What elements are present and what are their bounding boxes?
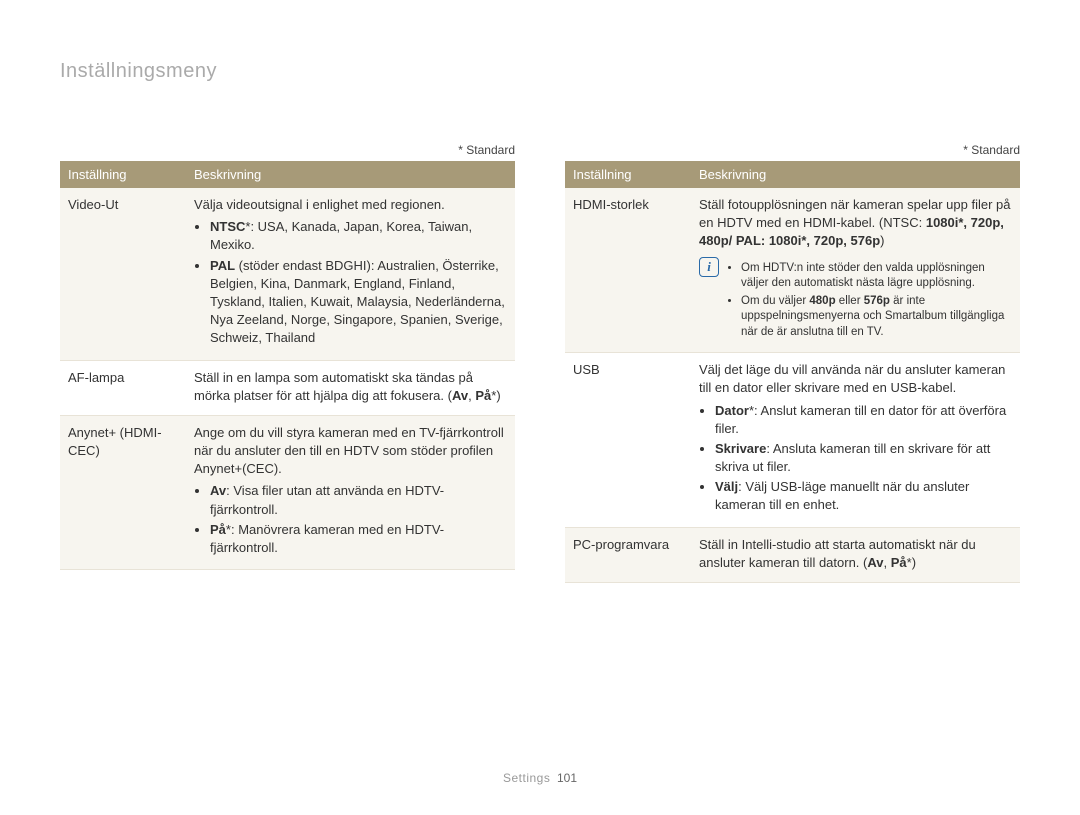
res-576p: 576p xyxy=(864,295,890,307)
list-item: Om du väljer 480p eller 576p är inte upp… xyxy=(741,294,1012,341)
settings-table-left: Inställning Beskrivning Video-Ut Välja v… xyxy=(60,161,515,570)
opt-skrivare: Skrivare xyxy=(715,441,766,456)
th-description: Beskrivning xyxy=(691,161,1020,188)
setting-description: Välj det läge du vill använda när du ans… xyxy=(691,353,1020,528)
text: eller xyxy=(836,295,864,307)
page-title: Inställningsmeny xyxy=(60,60,1020,83)
text: , xyxy=(884,555,891,570)
setting-description: Ställ fotoupplösningen när kameran spela… xyxy=(691,188,1020,353)
setting-label: AF-lampa xyxy=(60,360,186,415)
table-row: PC-programvara Ställ in Intelli-studio a… xyxy=(565,527,1020,582)
text: *: USA, Kanada, Japan, Korea, Taiwan, Me… xyxy=(210,219,472,252)
table-row: Video-Ut Välja videoutsignal i enlighet … xyxy=(60,188,515,360)
ntsc-label: NTSC xyxy=(210,219,245,234)
list-item: På*: Manövrera kameran med en HDTV-fjärr… xyxy=(210,521,507,557)
text: : Visa filer utan att använda en HDTV-fj… xyxy=(210,483,444,516)
note-text: Om HDTV:n inte stöder den valda upplösni… xyxy=(727,257,1012,343)
opt-pa: På xyxy=(210,522,226,537)
note-box: i Om HDTV:n inte stöder den valda upplös… xyxy=(699,257,1012,343)
pal-label: PAL xyxy=(210,258,235,273)
text: Ställ in Intelli-studio att starta autom… xyxy=(699,537,976,570)
opt-av: Av xyxy=(452,388,468,403)
settings-table-right: Inställning Beskrivning HDMI-storlek Stä… xyxy=(565,161,1020,583)
setting-label: PC-programvara xyxy=(565,527,691,582)
text: Välja videoutsignal i enlighet med regio… xyxy=(194,197,445,212)
th-setting: Inställning xyxy=(60,161,186,188)
opt-av: Av xyxy=(210,483,226,498)
info-icon: i xyxy=(699,257,719,277)
list-item: Dator*: Anslut kameran till en dator för… xyxy=(715,402,1012,438)
opt-pa: På xyxy=(475,388,491,403)
setting-description: Välja videoutsignal i enlighet med regio… xyxy=(186,188,515,360)
standard-label-left: * Standard xyxy=(60,143,515,157)
list-item: PAL (stöder endast BDGHI): Australien, Ö… xyxy=(210,257,507,348)
text: *) xyxy=(491,388,500,403)
list-item: Av: Visa filer utan att använda en HDTV-… xyxy=(210,482,507,518)
left-column: * Standard Inställning Beskrivning Video… xyxy=(60,143,515,583)
opt-valj: Välj xyxy=(715,479,738,494)
list-item: Välj: Välj USB-läge manuellt när du ansl… xyxy=(715,478,1012,514)
text: Välj det läge du vill använda när du ans… xyxy=(699,362,1005,395)
list-item: Skrivare: Ansluta kameran till en skriva… xyxy=(715,440,1012,476)
setting-label: Anynet+ (HDMI-CEC) xyxy=(60,415,186,569)
res-480p: 480p xyxy=(809,295,835,307)
opt-av: Av xyxy=(867,555,883,570)
th-setting: Inställning xyxy=(565,161,691,188)
opt-dator: Dator xyxy=(715,403,749,418)
text: (stöder endast BDGHI): Australien, Öster… xyxy=(210,258,505,346)
footer-page: 101 xyxy=(557,771,577,785)
setting-label: Video-Ut xyxy=(60,188,186,360)
table-row: Anynet+ (HDMI-CEC) Ange om du vill styra… xyxy=(60,415,515,569)
footer: Settings 101 xyxy=(0,771,1080,785)
text: Ange om du vill styra kameran med en TV-… xyxy=(194,425,504,476)
text: Ställ in en lampa som automatiskt ska tä… xyxy=(194,370,473,403)
th-description: Beskrivning xyxy=(186,161,515,188)
footer-section: Settings xyxy=(503,771,550,785)
setting-description: Ställ in Intelli-studio att starta autom… xyxy=(691,527,1020,582)
text: ) xyxy=(880,233,884,248)
text: *) xyxy=(907,555,916,570)
text: : Välj USB-läge manuellt när du ansluter… xyxy=(715,479,969,512)
text: *: Anslut kameran till en dator för att … xyxy=(715,403,1006,436)
setting-label: USB xyxy=(565,353,691,528)
setting-label: HDMI-storlek xyxy=(565,188,691,353)
opt-pa: På xyxy=(891,555,907,570)
table-row: USB Välj det läge du vill använda när du… xyxy=(565,353,1020,528)
table-row: AF-lampa Ställ in en lampa som automatis… xyxy=(60,360,515,415)
standard-label-right: * Standard xyxy=(565,143,1020,157)
right-column: * Standard Inställning Beskrivning HDMI-… xyxy=(565,143,1020,583)
text: Om du väljer xyxy=(741,295,809,307)
list-item: NTSC*: USA, Kanada, Japan, Korea, Taiwan… xyxy=(210,218,507,254)
setting-description: Ställ in en lampa som automatiskt ska tä… xyxy=(186,360,515,415)
list-item: Om HDTV:n inte stöder den valda upplösni… xyxy=(741,261,1012,292)
text: *: Manövrera kameran med en HDTV-fjärrko… xyxy=(210,522,444,555)
setting-description: Ange om du vill styra kameran med en TV-… xyxy=(186,415,515,569)
table-row: HDMI-storlek Ställ fotoupplösningen när … xyxy=(565,188,1020,353)
